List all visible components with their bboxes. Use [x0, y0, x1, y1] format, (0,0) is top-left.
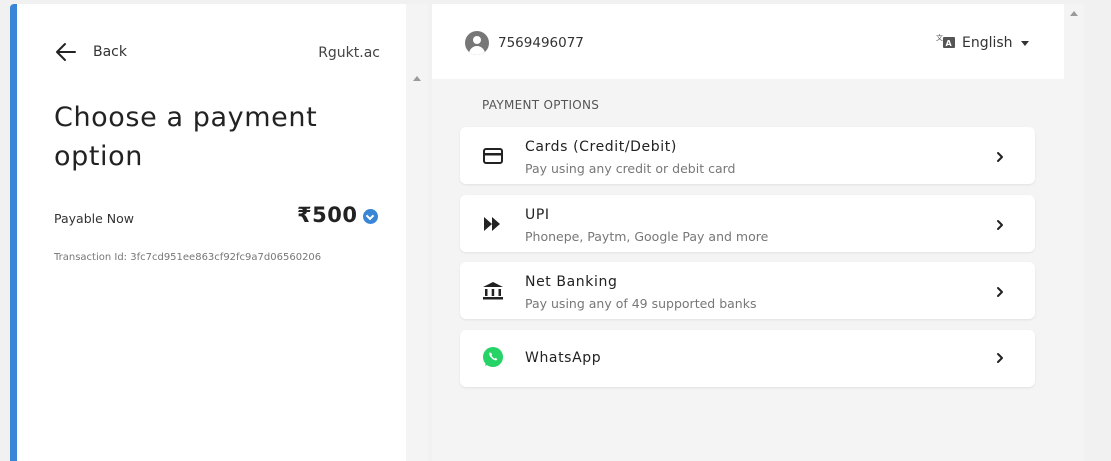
option-title: WhatsApp [525, 350, 602, 366]
left-accent-bar [10, 4, 17, 461]
section-heading: PAYMENT OPTIONS [482, 98, 600, 112]
payment-option-cards[interactable]: Cards (Credit/Debit) Pay using any credi… [460, 127, 1035, 184]
svg-text:A: A [946, 39, 953, 48]
scroll-up-icon[interactable] [1070, 11, 1078, 16]
upi-icon [482, 214, 504, 234]
chevron-right-icon [993, 149, 1007, 163]
translate-icon[interactable]: 文 A [936, 32, 956, 50]
back-label: Back [93, 44, 127, 60]
right-scrollbar[interactable] [1064, 4, 1084, 461]
payable-label: Payable Now [54, 211, 134, 226]
option-subtitle: Pay using any credit or debit card [525, 161, 736, 176]
chevron-right-icon [993, 284, 1007, 298]
option-subtitle: Pay using any of 49 supported banks [525, 296, 757, 311]
payable-amount: ₹500 [297, 203, 358, 227]
arrow-left-icon [55, 42, 77, 62]
payment-page: Back Rgukt.ac Choose a payment option Pa… [0, 0, 1111, 461]
transaction-id: Transaction Id: 3fc7cd951ee863cf92fc9a7d… [54, 252, 322, 263]
merchant-name: Rgukt.ac [318, 45, 380, 61]
option-title: Cards (Credit/Debit) [525, 139, 677, 155]
left-scrollbar[interactable] [406, 4, 428, 461]
scroll-up-icon[interactable] [413, 76, 421, 81]
option-title: Net Banking [525, 274, 618, 290]
language-selector[interactable]: English [962, 35, 1013, 51]
svg-text:文: 文 [936, 33, 943, 42]
bank-icon [482, 281, 504, 301]
whatsapp-icon [482, 346, 504, 367]
option-subtitle: Phonepe, Paytm, Google Pay and more [525, 229, 769, 244]
payment-option-upi[interactable]: UPI Phonepe, Paytm, Google Pay and more [460, 195, 1035, 252]
chevron-right-icon [993, 350, 1007, 364]
account-header: 7569496077 文 A English [432, 4, 1064, 79]
option-title: UPI [525, 207, 550, 223]
page-title: Choose a payment option [54, 102, 318, 172]
chevron-down-icon[interactable] [363, 209, 378, 224]
card-icon [482, 146, 504, 166]
caret-down-icon[interactable] [1021, 41, 1029, 46]
chevron-right-icon [993, 217, 1007, 231]
payment-option-netbanking[interactable]: Net Banking Pay using any of 49 supporte… [460, 262, 1035, 319]
user-avatar-icon [465, 31, 489, 55]
payment-option-whatsapp[interactable]: WhatsApp [460, 330, 1035, 387]
back-button[interactable]: Back [55, 42, 127, 62]
order-summary-panel: Back Rgukt.ac Choose a payment option Pa… [17, 4, 406, 461]
payment-options-panel: 7569496077 文 A English PAYMENT OPTIONS C… [432, 4, 1064, 461]
phone-number: 7569496077 [498, 35, 584, 51]
